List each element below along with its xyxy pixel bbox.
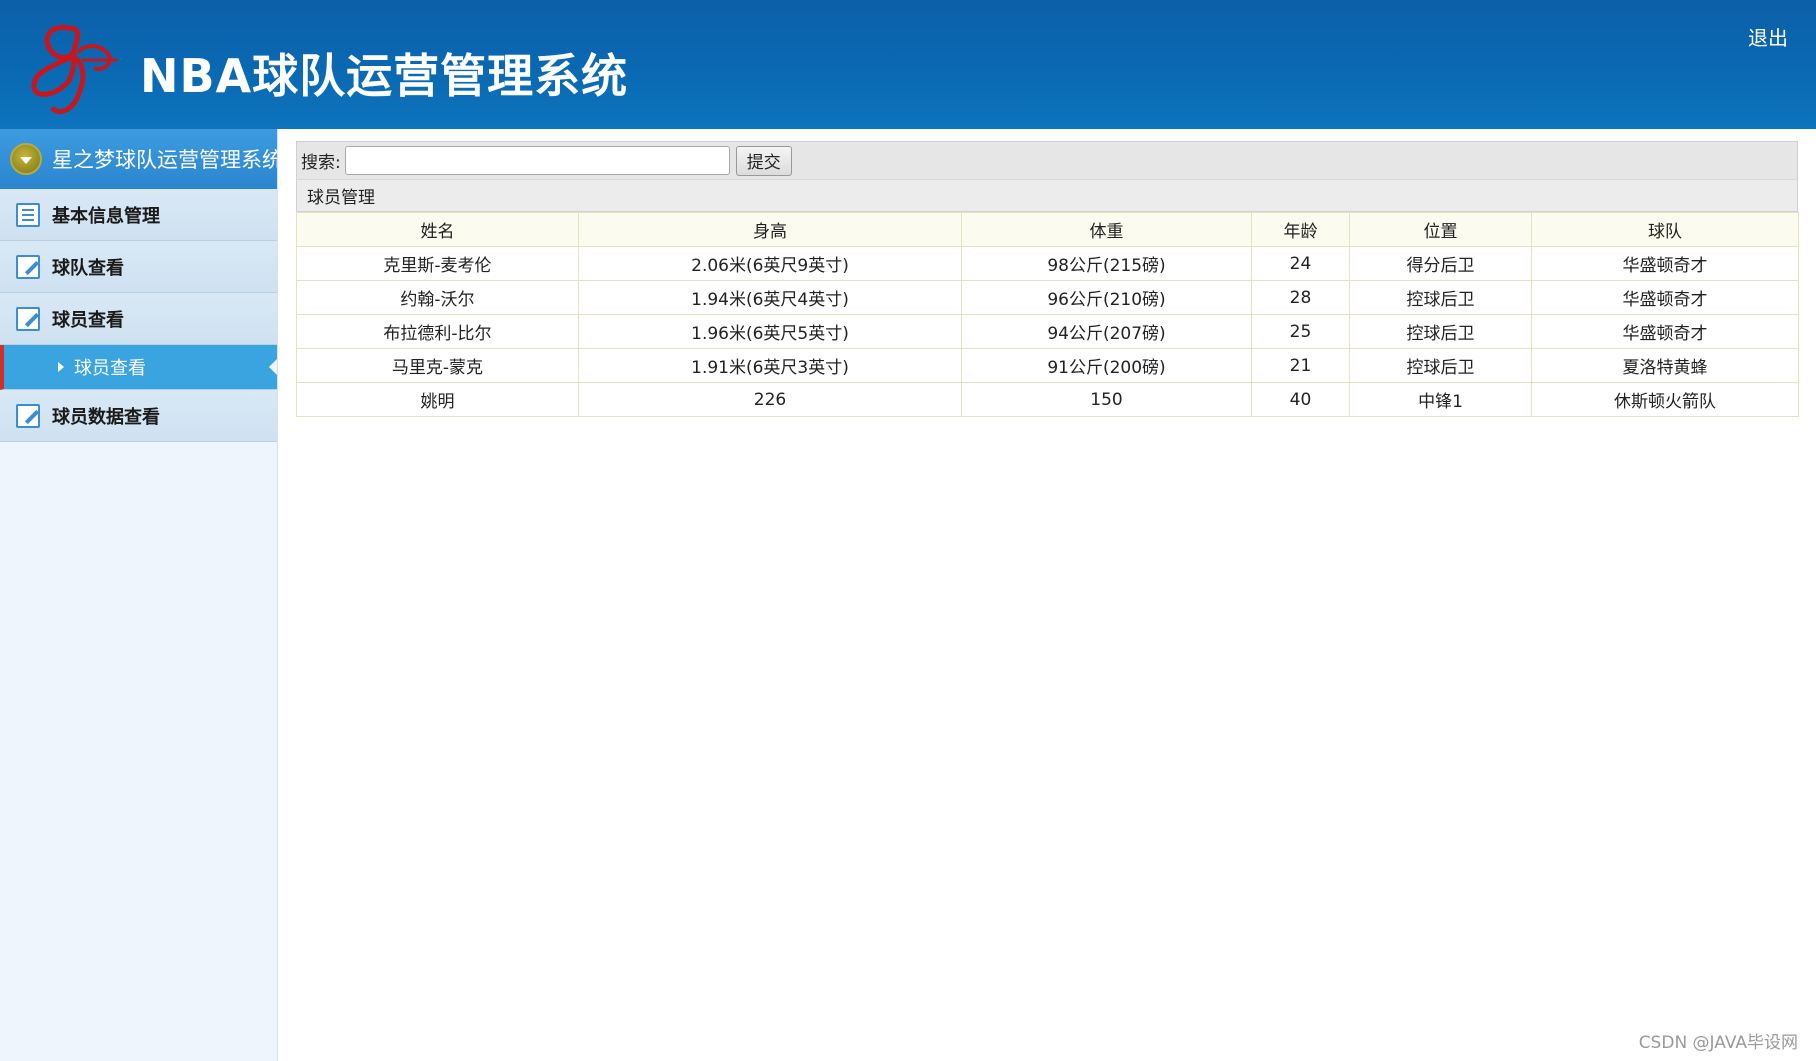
watermark: CSDN @JAVA毕设网 bbox=[1638, 1033, 1798, 1053]
app-header: NBA球队运营管理系统 退出 bbox=[0, 0, 1816, 129]
sidebar-system-title: 星之梦球队运营管理系统 bbox=[52, 148, 277, 172]
table-cell: 40 bbox=[1251, 382, 1350, 417]
edit-icon bbox=[16, 254, 40, 279]
column-header[interactable]: 年龄 bbox=[1251, 212, 1350, 247]
table-row[interactable]: 克里斯-麦考伦 2.06米(6英尺9英寸) 98公斤(215磅) 24 得分后卫… bbox=[296, 246, 1799, 281]
table-row[interactable]: 姚明 226 150 40 中锋1 休斯顿火箭队 bbox=[296, 382, 1799, 417]
search-input[interactable] bbox=[344, 146, 730, 175]
table-cell: 2.06米(6英尺9英寸) bbox=[578, 246, 962, 281]
table-cell: 控球后卫 bbox=[1349, 348, 1532, 383]
table-cell: 28 bbox=[1251, 280, 1350, 315]
table-row[interactable]: 约翰-沃尔 1.94米(6英尺4英寸) 96公斤(210磅) 28 控球后卫 华… bbox=[296, 280, 1799, 315]
column-header[interactable]: 身高 bbox=[578, 212, 962, 247]
table-cell: 91公斤(200磅) bbox=[961, 348, 1252, 383]
table-cell: 夏洛特黄蜂 bbox=[1531, 348, 1799, 383]
table-cell: 中锋1 bbox=[1349, 382, 1532, 417]
table-cell: 克里斯-麦考伦 bbox=[296, 246, 579, 281]
players-table: 姓名 身高 体重 年龄 位置 球队 克里斯-麦考伦 2.06米(6英尺9英寸) … bbox=[296, 212, 1799, 417]
table-cell: 94公斤(207磅) bbox=[961, 314, 1252, 349]
table-row[interactable]: 马里克-蒙克 1.91米(6英尺3英寸) 91公斤(200磅) 21 控球后卫 … bbox=[296, 348, 1799, 383]
column-header[interactable]: 体重 bbox=[961, 212, 1252, 247]
app-title: NBA球队运营管理系统 bbox=[140, 49, 629, 103]
sidebar-item-player-view[interactable]: 球员查看 bbox=[0, 293, 277, 345]
table-cell: 休斯顿火箭队 bbox=[1531, 382, 1799, 417]
table-cell: 姚明 bbox=[296, 382, 579, 417]
sidebar: 星之梦球队运营管理系统 基本信息管理 球队查看 球员查看 球员查看 球员数据查看 bbox=[0, 129, 278, 1061]
table-cell: 约翰-沃尔 bbox=[296, 280, 579, 315]
table-cell: 华盛顿奇才 bbox=[1531, 280, 1799, 315]
sidebar-item-team-view[interactable]: 球队查看 bbox=[0, 241, 277, 293]
table-cell: 华盛顿奇才 bbox=[1531, 246, 1799, 281]
sidebar-item-basic-info[interactable]: 基本信息管理 bbox=[0, 189, 277, 241]
sidebar-header[interactable]: 星之梦球队运营管理系统 bbox=[0, 129, 277, 189]
arrow-right-icon bbox=[58, 362, 64, 372]
sidebar-item-label: 基本信息管理 bbox=[52, 205, 160, 227]
table-cell: 24 bbox=[1251, 246, 1350, 281]
table-header-row: 姓名 身高 体重 年龄 位置 球队 bbox=[296, 212, 1799, 247]
table-cell: 得分后卫 bbox=[1349, 246, 1532, 281]
table-cell: 1.94米(6英尺4英寸) bbox=[578, 280, 962, 315]
sidebar-item-player-data[interactable]: 球员数据查看 bbox=[0, 390, 277, 442]
table-cell: 布拉德利-比尔 bbox=[296, 314, 579, 349]
sidebar-item-label: 球员数据查看 bbox=[52, 406, 160, 428]
table-row[interactable]: 布拉德利-比尔 1.96米(6英尺5英寸) 94公斤(207磅) 25 控球后卫… bbox=[296, 314, 1799, 349]
collapse-toggle-icon[interactable] bbox=[10, 143, 42, 175]
column-header[interactable]: 位置 bbox=[1349, 212, 1532, 247]
table-cell: 控球后卫 bbox=[1349, 280, 1532, 315]
table-cell: 25 bbox=[1251, 314, 1350, 349]
sidebar-subitem-player-view[interactable]: 球员查看 bbox=[0, 345, 277, 390]
table-cell: 1.96米(6英尺5英寸) bbox=[578, 314, 962, 349]
sidebar-subitem-label: 球员查看 bbox=[74, 358, 146, 379]
edit-icon bbox=[16, 306, 40, 331]
search-bar: 搜索: 提交 bbox=[296, 141, 1798, 179]
active-notch bbox=[269, 359, 277, 375]
sidebar-item-label: 球队查看 bbox=[52, 257, 124, 279]
butterfly-logo-icon bbox=[31, 24, 118, 114]
table-cell: 1.91米(6英尺3英寸) bbox=[578, 348, 962, 383]
logout-link[interactable]: 退出 bbox=[1748, 22, 1788, 51]
table-cell: 控球后卫 bbox=[1349, 314, 1532, 349]
submit-button[interactable]: 提交 bbox=[735, 145, 792, 176]
table-cell: 21 bbox=[1251, 348, 1350, 383]
list-icon bbox=[16, 202, 40, 227]
table-cell: 华盛顿奇才 bbox=[1531, 314, 1799, 349]
table-cell: 226 bbox=[578, 382, 962, 417]
section-title: 球员管理 bbox=[296, 179, 1798, 212]
table-cell: 马里克-蒙克 bbox=[296, 348, 579, 383]
sidebar-item-label: 球员查看 bbox=[52, 309, 124, 331]
table-cell: 96公斤(210磅) bbox=[961, 280, 1252, 315]
search-label: 搜索: bbox=[301, 153, 341, 173]
edit-icon bbox=[16, 403, 40, 428]
column-header[interactable]: 姓名 bbox=[296, 212, 579, 247]
table-cell: 98公斤(215磅) bbox=[961, 246, 1252, 281]
column-header[interactable]: 球队 bbox=[1531, 212, 1799, 247]
main-content: 搜索: 提交 球员管理 姓名 身高 体重 年龄 位置 球队 克里斯-麦考伦 2.… bbox=[296, 141, 1799, 417]
table-cell: 150 bbox=[961, 382, 1252, 417]
